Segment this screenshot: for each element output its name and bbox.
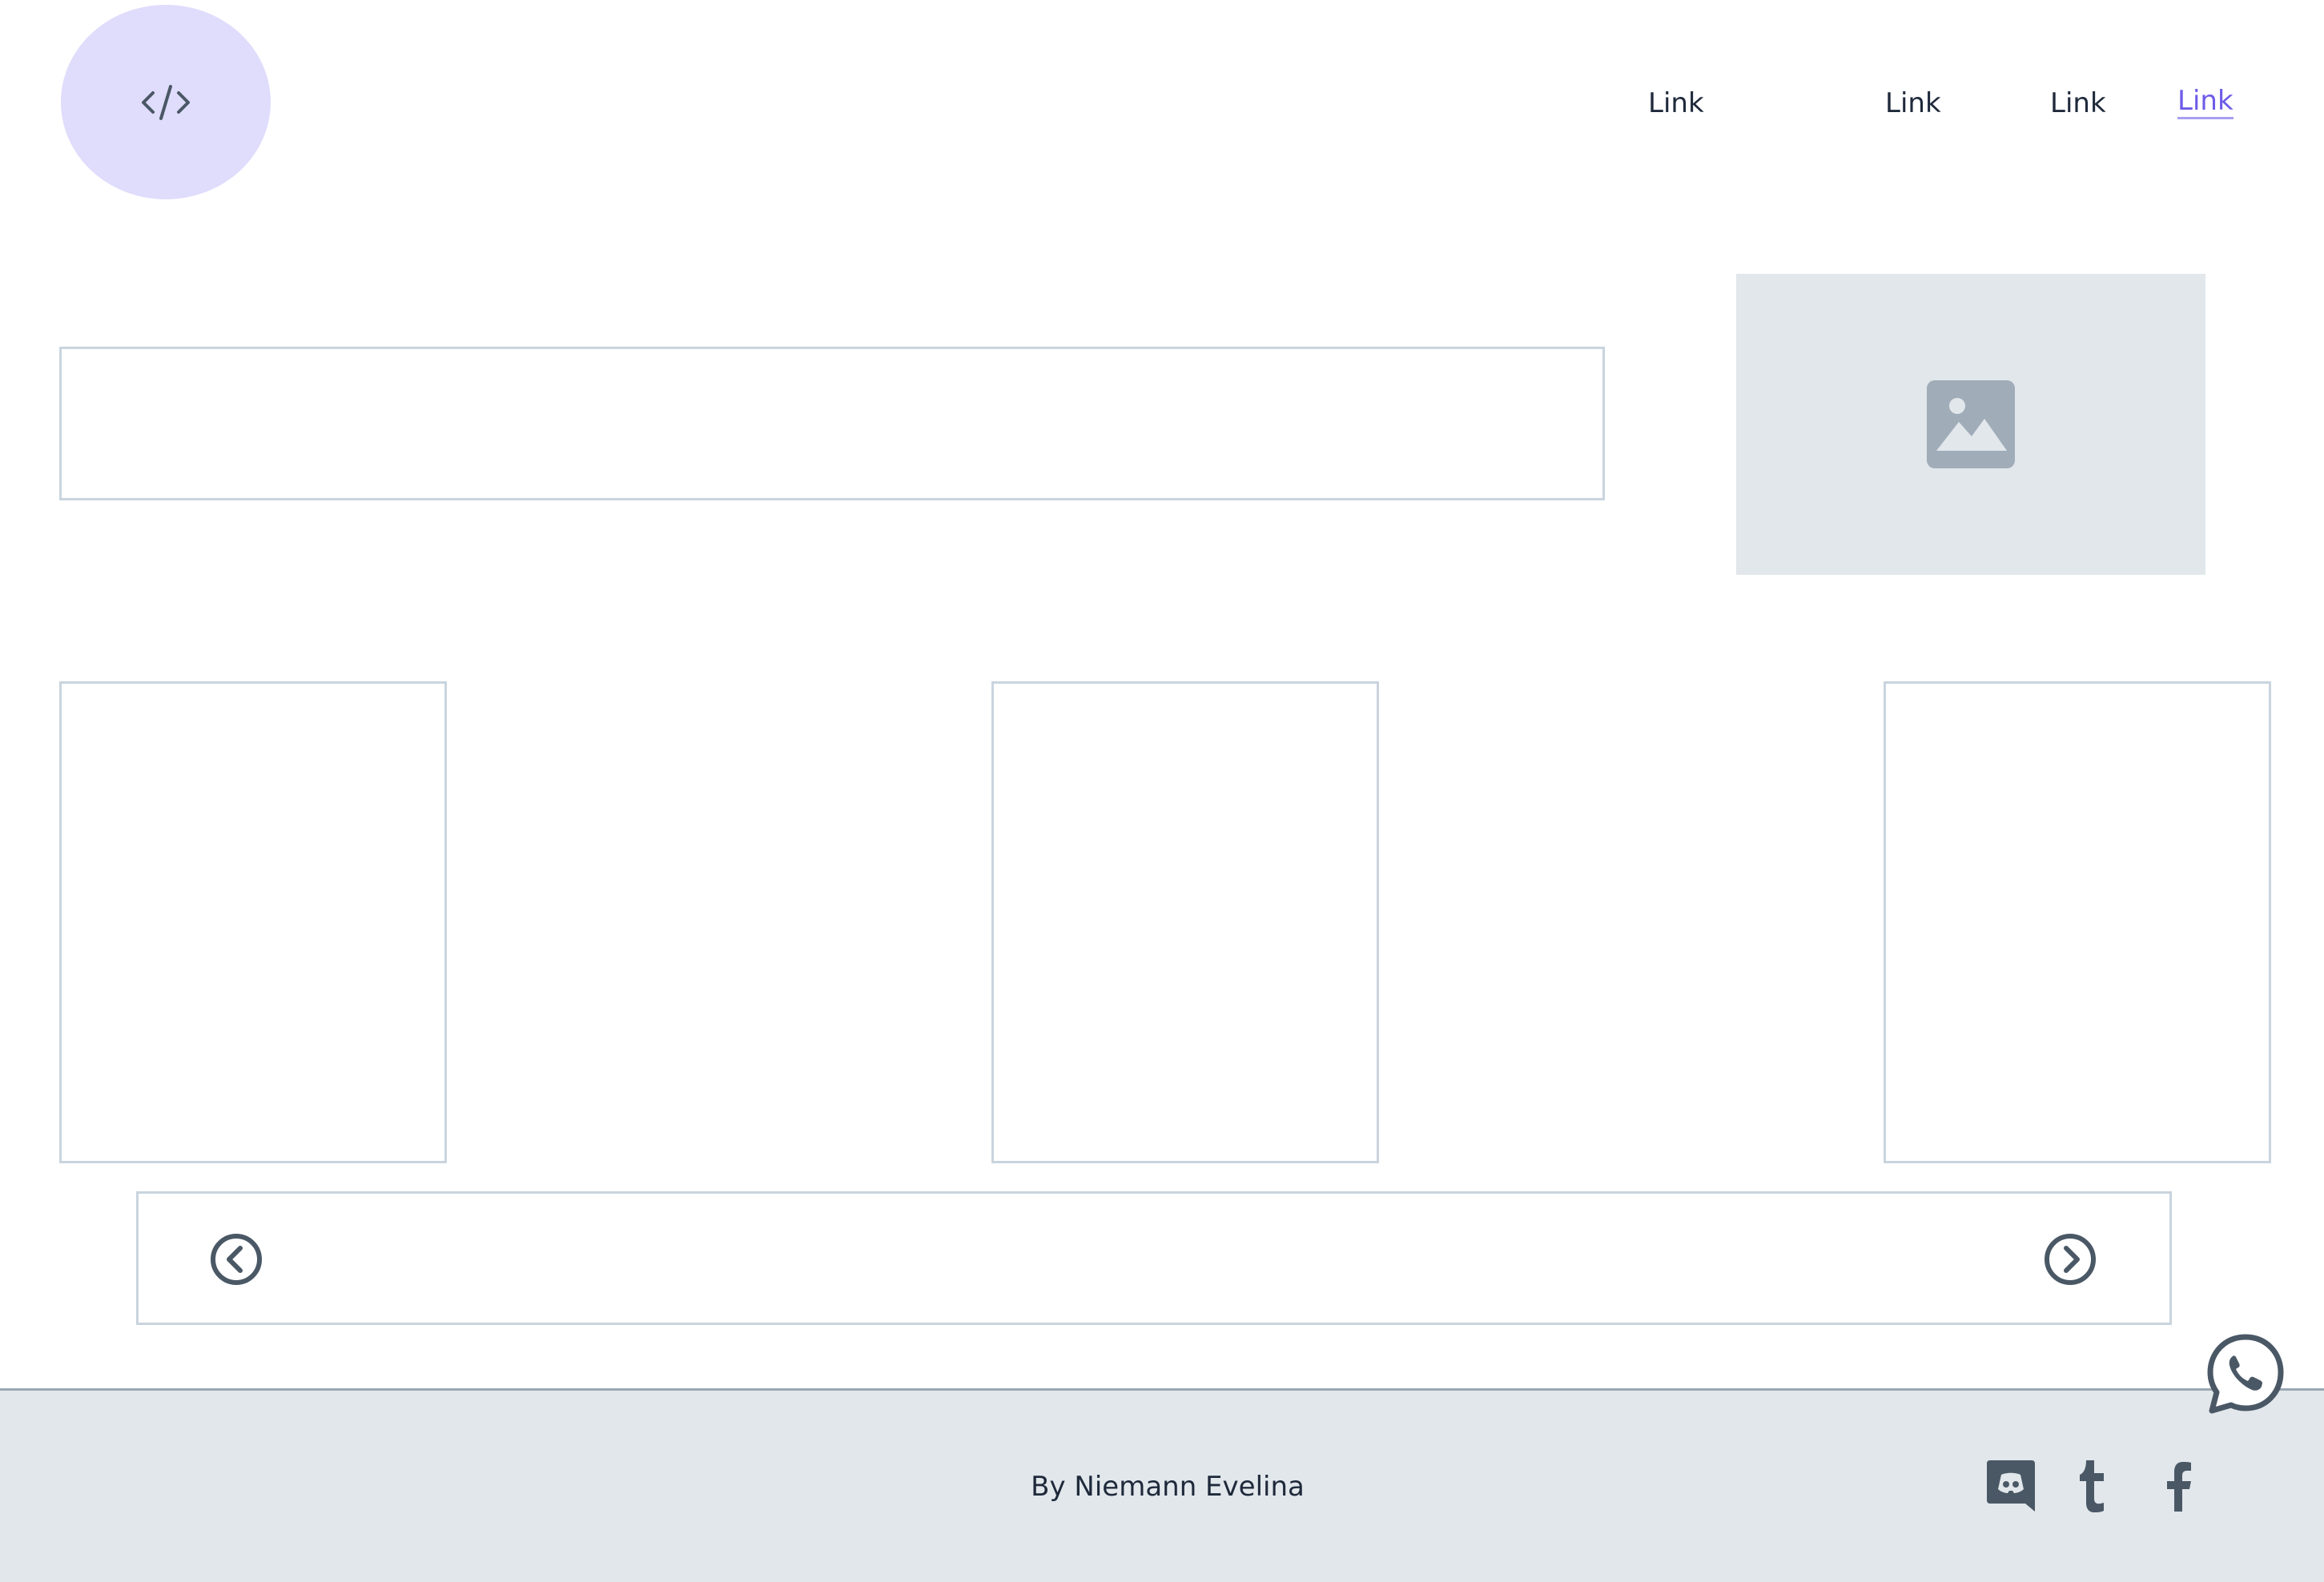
discord-icon (1987, 1460, 2035, 1512)
hero-image-placeholder (1736, 274, 2205, 575)
nav-link-3[interactable]: Link (2050, 85, 2106, 122)
chevron-right-circle-icon (2045, 1234, 2096, 1285)
hero-text-block (59, 347, 1605, 500)
carousel-controls (136, 1191, 2172, 1325)
card-1 (59, 681, 447, 1163)
prev-button[interactable] (210, 1233, 263, 1286)
logo[interactable] (61, 5, 271, 199)
nav-link-1[interactable]: Link (1648, 85, 1704, 122)
footer-credit: By Niemann Evelina (1031, 1471, 1305, 1503)
nav-link-4-active[interactable]: Link (2177, 85, 2234, 119)
footer: By Niemann Evelina (0, 1388, 2324, 1582)
facebook-icon (2167, 1462, 2191, 1512)
tumblr-icon (2080, 1460, 2104, 1512)
code-icon (142, 84, 190, 120)
page: Link Link Link Link By Niemann Evelina (0, 0, 2324, 1582)
whatsapp-button[interactable] (2204, 1332, 2287, 1415)
whatsapp-icon (2207, 1334, 2284, 1414)
card-3 (1884, 681, 2271, 1163)
tumblr-link[interactable] (2066, 1458, 2122, 1514)
discord-link[interactable] (1983, 1458, 2039, 1514)
chevron-left-circle-icon (211, 1234, 262, 1285)
card-2 (991, 681, 1379, 1163)
facebook-link[interactable] (2151, 1458, 2207, 1514)
image-placeholder-icon (1927, 380, 2015, 468)
next-button[interactable] (2044, 1233, 2097, 1286)
nav-link-2[interactable]: Link (1885, 85, 1941, 122)
